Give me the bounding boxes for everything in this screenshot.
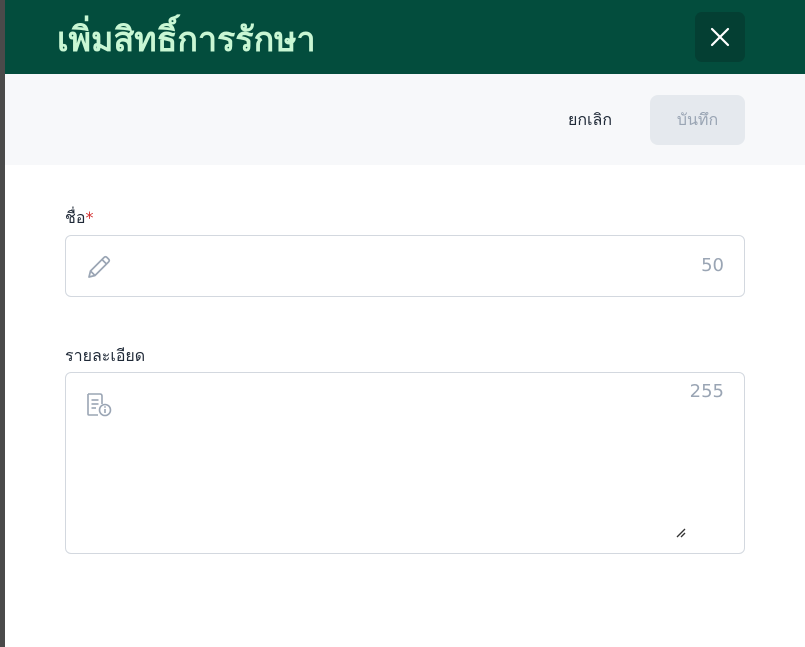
required-mark: * [85,208,94,227]
name-input[interactable]: 50 [65,235,745,297]
cancel-button[interactable]: ยกเลิก [550,95,630,145]
dialog-header: เพิ่มสิทธิ์การรักษา [5,0,805,74]
name-field-label: ชื่อ* [65,206,93,231]
resize-handle-icon[interactable] [675,527,687,539]
close-icon [710,27,730,47]
description-field-label: รายละเอียด [65,346,146,365]
description-char-counter: 255 [689,381,724,402]
close-button[interactable] [695,12,745,62]
document-info-icon [87,393,112,417]
pencil-icon [88,255,111,278]
save-button[interactable]: บันทึก [650,95,745,145]
add-treatment-right-dialog: เพิ่มสิทธิ์การรักษา ยกเลิก บันทึก ชื่อ* … [5,0,805,647]
name-char-counter: 50 [701,255,724,276]
name-label-text: ชื่อ [65,208,86,227]
dialog-toolbar: ยกเลิก บันทึก [5,74,805,165]
description-textarea[interactable]: 255 [65,372,745,554]
dialog-title: เพิ่มสิทธิ์การรักษา [57,20,316,60]
